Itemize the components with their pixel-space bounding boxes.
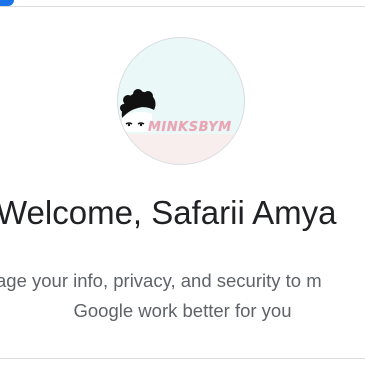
avatar-watermark-text: MINKSBYM <box>148 120 232 135</box>
bottom-divider <box>0 358 365 359</box>
top-divider <box>0 6 365 7</box>
avatar-background <box>118 134 244 164</box>
welcome-heading: Welcome, Safarii Amya <box>0 194 337 231</box>
profile-avatar[interactable]: MINKSBYM <box>117 37 245 165</box>
subtitle-line-2: Google work better for you <box>73 300 292 321</box>
top-bar <box>0 0 365 8</box>
subtitle-line-1: age your info, privacy, and security to … <box>0 270 322 291</box>
